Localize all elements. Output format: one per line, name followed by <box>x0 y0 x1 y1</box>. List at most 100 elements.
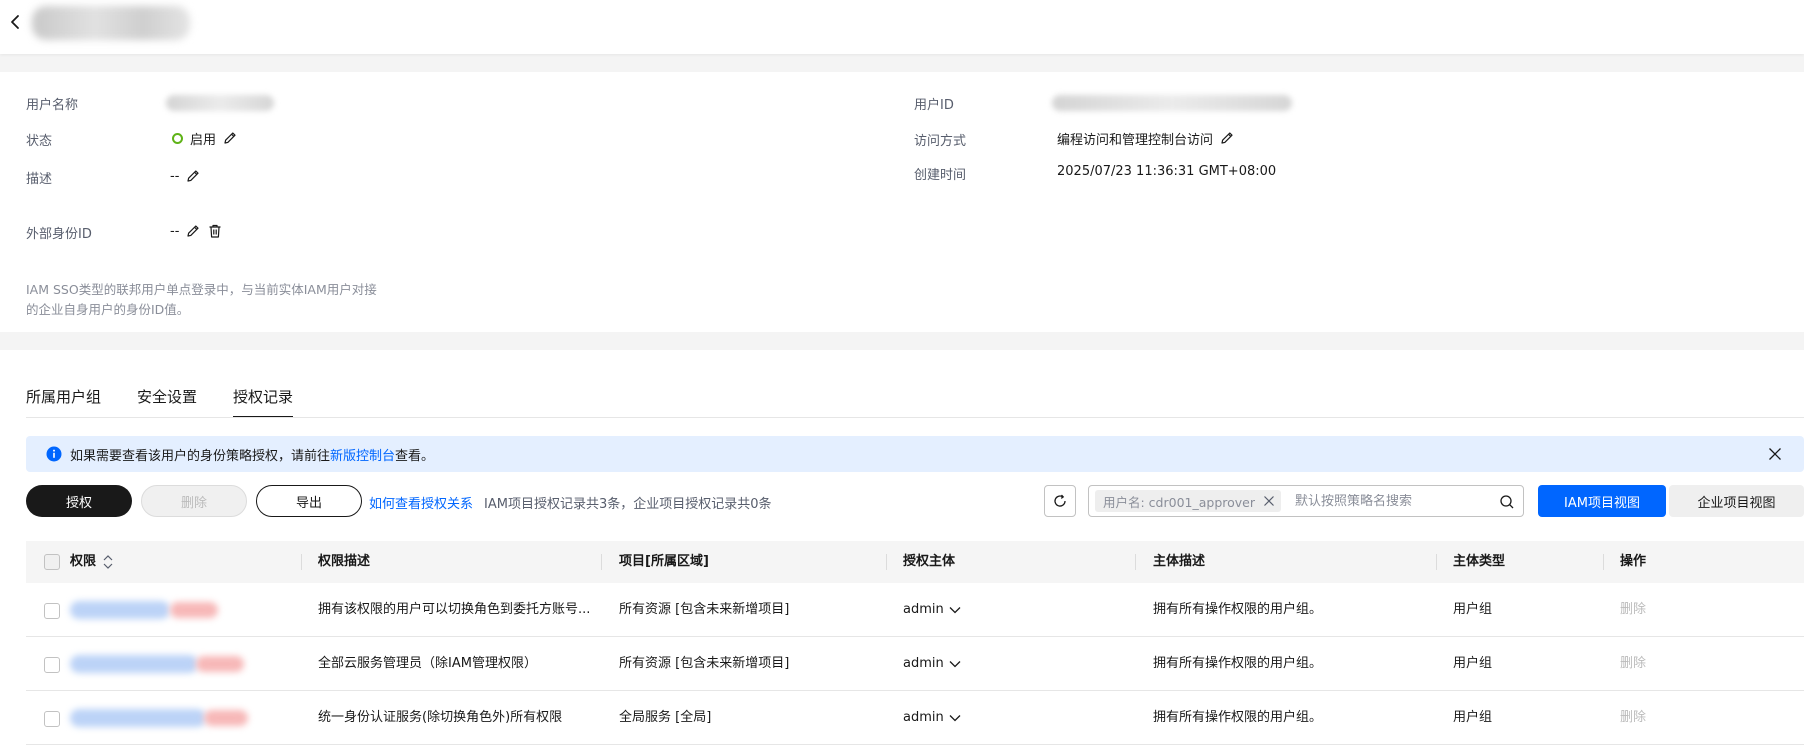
info-icon <box>46 446 62 462</box>
row-principal[interactable]: admin <box>903 691 962 745</box>
tab-bar: 所属用户组 安全设置 授权记录 <box>26 386 329 418</box>
search-icon[interactable] <box>1499 494 1515 510</box>
row-checkbox[interactable] <box>44 603 60 619</box>
column-permission: 权限 <box>70 541 114 583</box>
permissions-table: 权限 权限描述 项目[所属区域] 授权主体 主体描述 主体类型 操作 拥有该权限… <box>26 541 1804 745</box>
access-text: 编程访问和管理控制台访问 <box>1057 132 1214 148</box>
row-description: 统一身份认证服务(除切换角色外)所有权限 <box>318 710 563 725</box>
status-label: 状态 <box>26 134 53 149</box>
column-principal-description: 主体描述 <box>1153 554 1206 569</box>
row-principal-description: 拥有所有操作权限的用户组。 <box>1153 656 1323 671</box>
permission-name-redacted[interactable] <box>70 709 280 727</box>
username-label: 用户名称 <box>26 98 79 113</box>
username-value-redacted <box>166 95 274 111</box>
edit-external-id-icon[interactable] <box>185 223 201 239</box>
column-separator <box>886 554 887 570</box>
row-checkbox[interactable] <box>44 657 60 673</box>
access-label: 访问方式 <box>914 134 967 149</box>
iam-project-view-button[interactable]: IAM项目视图 <box>1538 485 1666 517</box>
external-id-value: -- <box>170 221 223 241</box>
row-principal-text: admin <box>903 602 944 617</box>
row-principal[interactable]: admin <box>903 583 962 637</box>
permission-name-redacted[interactable] <box>70 601 250 619</box>
status-text: 启用 <box>190 132 217 148</box>
page-header <box>0 0 1804 54</box>
permission-name-redacted[interactable] <box>70 655 270 673</box>
row-project: 所有资源 [包含未来新增项目] <box>619 602 790 617</box>
alert-text-after: 查看。 <box>395 448 435 464</box>
tab-authorization-records[interactable]: 授权记录 <box>233 386 294 418</box>
edit-access-icon[interactable] <box>1219 130 1235 146</box>
permissions-card: 所属用户组 安全设置 授权记录 如果需要查看该用户的身份策略授权，请前往新版控制… <box>0 350 1804 755</box>
column-separator <box>301 554 302 570</box>
external-id-text: -- <box>170 223 180 239</box>
search-input[interactable] <box>1295 493 1496 509</box>
row-principal-description: 拥有所有操作权限的用户组。 <box>1153 710 1323 725</box>
tab-security-settings[interactable]: 安全设置 <box>137 386 197 416</box>
how-to-view-link[interactable]: 如何查看授权关系 <box>369 493 473 512</box>
row-principal-description: 拥有所有操作权限的用户组。 <box>1153 602 1323 617</box>
tab-user-groups[interactable]: 所属用户组 <box>26 386 101 416</box>
row-project: 全局服务 [全局] <box>619 710 712 725</box>
row-principal-type: 用户组 <box>1453 656 1493 671</box>
refresh-button[interactable] <box>1044 485 1076 517</box>
tab-divider <box>26 417 1804 418</box>
chevron-down-icon[interactable] <box>948 603 962 617</box>
column-description: 权限描述 <box>318 554 371 569</box>
created-value: 2025/07/23 11:36:31 GMT+08:00 <box>1057 164 1277 179</box>
back-arrow-icon[interactable] <box>6 12 24 32</box>
access-value: 编程访问和管理控制台访问 <box>1057 128 1235 148</box>
grant-button[interactable]: 授权 <box>26 485 132 517</box>
row-delete-link[interactable]: 删除 <box>1620 691 1646 745</box>
column-separator <box>1603 554 1604 570</box>
chevron-down-icon[interactable] <box>948 657 962 671</box>
delete-button[interactable]: 删除 <box>141 485 247 517</box>
description-label: 描述 <box>26 172 53 187</box>
column-principal-type: 主体类型 <box>1453 554 1506 569</box>
alert-message: 如果需要查看该用户的身份策略授权，请前往新版控制台查看。 <box>70 445 434 464</box>
userid-label: 用户ID <box>914 98 954 113</box>
close-alert-icon[interactable] <box>1768 447 1782 461</box>
filter-tag: 用户名: cdr001_approver <box>1095 490 1282 512</box>
refresh-icon <box>1054 494 1066 507</box>
row-principal[interactable]: admin <box>903 637 962 691</box>
table-row: 统一身份认证服务(除切换角色外)所有权限 全局服务 [全局] admin 拥有所… <box>26 691 1804 745</box>
info-alert: 如果需要查看该用户的身份策略授权，请前往新版控制台查看。 <box>26 436 1804 472</box>
column-actions: 操作 <box>1620 554 1647 569</box>
edit-description-icon[interactable] <box>185 168 201 184</box>
enterprise-project-view-button[interactable]: 企业项目视图 <box>1669 485 1804 517</box>
row-delete-link[interactable]: 删除 <box>1620 583 1646 637</box>
external-id-label: 外部身份ID <box>26 227 92 242</box>
created-label: 创建时间 <box>914 168 967 183</box>
new-console-link[interactable]: 新版控制台 <box>330 449 395 464</box>
remove-filter-icon[interactable] <box>1263 495 1275 507</box>
filter-tag-text: 用户名: cdr001_approver <box>1103 494 1256 510</box>
column-permission-label: 权限 <box>70 554 97 569</box>
select-all-checkbox[interactable] <box>44 554 60 570</box>
column-principal: 授权主体 <box>903 554 956 569</box>
external-id-hint: IAM SSO类型的联邦用户单点登录中，与当前实体IAM用户对接的企业自身用户的… <box>26 282 377 317</box>
row-principal-text: admin <box>903 656 944 671</box>
column-project: 项目[所属区域] <box>619 554 709 569</box>
description-value: -- <box>170 166 201 186</box>
export-button[interactable]: 导出 <box>256 485 362 517</box>
sort-icon[interactable] <box>102 554 114 570</box>
row-checkbox[interactable] <box>44 711 60 727</box>
row-description: 全部云服务管理员（除IAM管理权限） <box>318 656 537 671</box>
row-delete-link[interactable]: 删除 <box>1620 637 1646 691</box>
record-count-text: IAM项目授权记录共3条，企业项目授权记录共0条 <box>484 497 772 512</box>
delete-external-id-icon[interactable] <box>207 223 223 239</box>
row-principal-type: 用户组 <box>1453 710 1493 725</box>
edit-status-icon[interactable] <box>222 130 238 146</box>
userid-value-redacted <box>1052 95 1292 111</box>
table-row: 拥有该权限的用户可以切换角色到委托方账号... 所有资源 [包含未来新增项目] … <box>26 583 1804 637</box>
table-header: 权限 权限描述 项目[所属区域] 授权主体 主体描述 主体类型 操作 <box>26 541 1804 583</box>
column-separator <box>1135 554 1136 570</box>
row-principal-type: 用户组 <box>1453 602 1493 617</box>
search-box: 用户名: cdr001_approver <box>1088 485 1524 517</box>
table-row: 全部云服务管理员（除IAM管理权限） 所有资源 [包含未来新增项目] admin… <box>26 637 1804 691</box>
row-project: 所有资源 [包含未来新增项目] <box>619 656 790 671</box>
description-text: -- <box>170 168 180 184</box>
page-title-redacted <box>32 6 190 40</box>
chevron-down-icon[interactable] <box>948 711 962 725</box>
